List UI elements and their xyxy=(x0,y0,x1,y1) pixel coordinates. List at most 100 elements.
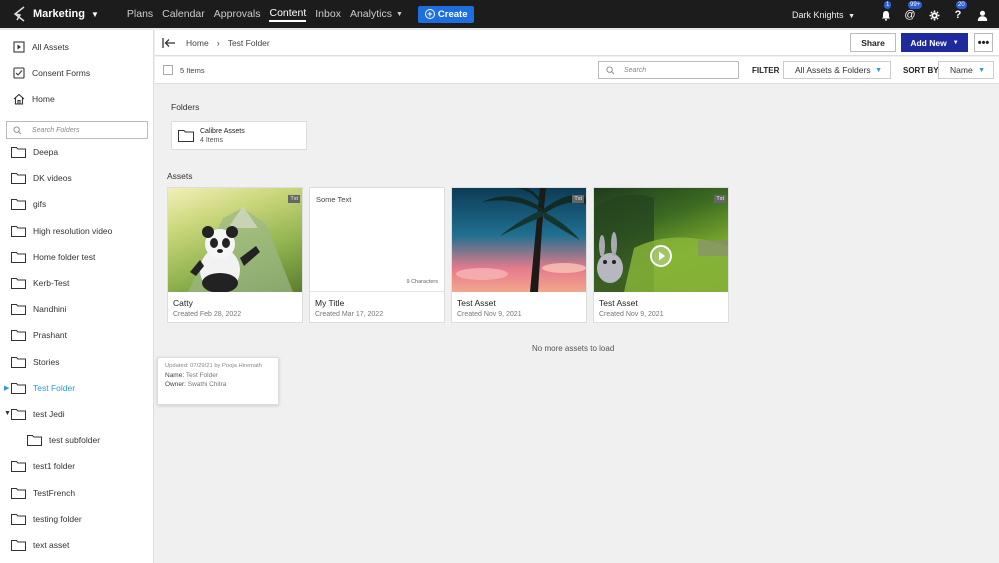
nav-analytics[interactable]: Analytics ▼ xyxy=(350,7,403,22)
folder-label: Prashant xyxy=(33,330,68,341)
nav-content[interactable]: Content xyxy=(269,7,307,22)
asset-type-tag: Txt xyxy=(572,195,584,203)
asset-card[interactable]: Txt Catty Created Feb 28, 2022 xyxy=(167,187,303,323)
folder-info-tooltip: Updated: 07/29/21 by Pooja Hiremath Name… xyxy=(157,357,279,405)
sidebar: All Assets Consent Forms Home Search Fol… xyxy=(0,30,154,563)
folder-item[interactable]: TestFrench xyxy=(0,479,153,505)
play-button[interactable] xyxy=(650,245,672,267)
sort-value: Name xyxy=(950,65,973,75)
select-all-checkbox[interactable] xyxy=(163,65,173,75)
breadcrumb-home[interactable]: Home xyxy=(186,38,209,48)
collapse-sidebar-icon[interactable] xyxy=(162,37,176,49)
folder-card-name: Calibre Assets xyxy=(200,127,245,135)
folder-item[interactable]: Prashant xyxy=(0,322,153,348)
expand-arrow-icon[interactable]: ▶ xyxy=(4,384,9,392)
question-icon: ? xyxy=(954,9,962,21)
notifications-button[interactable]: 1 xyxy=(879,1,893,22)
bunny-video-image-icon xyxy=(594,194,728,292)
folder-label: test1 folder xyxy=(33,461,76,472)
asset-date: Created Nov 9, 2021 xyxy=(457,311,522,318)
nav-calendar[interactable]: Calendar xyxy=(162,7,205,22)
sidebar-item-home[interactable]: Home xyxy=(0,86,153,112)
gear-icon xyxy=(929,10,939,20)
more-options-button[interactable]: ••• xyxy=(974,33,993,52)
sidebar-item-consent-forms[interactable]: Consent Forms xyxy=(0,60,153,86)
sort-label: SORT BY xyxy=(903,66,939,75)
content-toolbar: 5 Items Search FILTER All Assets & Folde… xyxy=(155,57,999,84)
folder-icon xyxy=(11,173,26,185)
folder-icon xyxy=(11,487,26,499)
folder-item[interactable]: test1 folder xyxy=(0,453,153,479)
workspace-name: Marketing xyxy=(33,8,85,20)
chevron-down-icon: ▼ xyxy=(952,39,959,46)
folder-label: DK videos xyxy=(33,173,72,184)
notification-badge: 1 xyxy=(884,1,892,9)
folder-item[interactable]: Home folder test xyxy=(0,244,153,270)
folder-item-selected[interactable]: ▶ Test Folder xyxy=(0,375,153,401)
asset-card[interactable]: Some Text 9 Characters My Title Created … xyxy=(309,187,445,323)
no-more-assets-message: No more assets to load xyxy=(532,344,615,353)
asset-card[interactable]: Txt Test Asset Created Nov 9, 2021 xyxy=(451,187,587,323)
asset-date: Created Mar 17, 2022 xyxy=(315,311,384,318)
folder-label: Kerb-Test xyxy=(33,278,70,289)
folder-label: Nandhini xyxy=(33,304,67,315)
folder-item[interactable]: Kerb-Test xyxy=(0,270,153,296)
folder-item[interactable]: DK videos xyxy=(0,165,153,191)
subfolder-item[interactable]: test subfolder xyxy=(0,427,153,453)
at-icon: @ xyxy=(904,9,916,21)
folder-item[interactable]: Stories xyxy=(0,349,153,375)
help-badge: 20 xyxy=(956,1,967,9)
plus-circle-icon: + xyxy=(424,9,435,19)
folder-item[interactable]: gifs xyxy=(0,191,153,217)
chevron-down-icon: ▼ xyxy=(848,13,855,20)
sidebar-item-all-assets[interactable]: All Assets xyxy=(0,34,153,60)
filter-dropdown[interactable]: All Assets & Folders ▼ xyxy=(783,61,891,79)
profile-button[interactable] xyxy=(975,8,989,22)
sidebar-item-label: Consent Forms xyxy=(32,68,91,78)
collapse-arrow-icon[interactable]: ▼ xyxy=(4,410,11,417)
nav-plans[interactable]: Plans xyxy=(127,7,153,22)
top-right-controls: Dark Knights ▼ 1 @ 99+ ? 20 xyxy=(792,0,989,30)
workspace-switcher[interactable]: Marketing ▼ xyxy=(33,8,99,20)
create-button[interactable]: + Create xyxy=(417,5,475,23)
folder-label: testing folder xyxy=(33,513,82,524)
top-nav-bar: Marketing ▼ Plans Calendar Approvals Con… xyxy=(0,0,999,30)
filter-label: FILTER xyxy=(752,66,780,75)
checklist-icon xyxy=(12,67,25,80)
folder-icon xyxy=(11,330,26,342)
folder-card-count: 4 Items xyxy=(200,136,223,144)
folder-tree: Deepa DK videos gifs High resolution vid… xyxy=(0,139,153,558)
user-icon xyxy=(977,10,987,21)
asset-thumbnail: Txt xyxy=(168,188,302,292)
folder-item[interactable]: High resolution video xyxy=(0,218,153,244)
nav-approvals[interactable]: Approvals xyxy=(214,7,261,22)
asset-card[interactable]: Txt Test Asset Created Nov 9, 2021 xyxy=(593,187,729,323)
filter-value: All Assets & Folders xyxy=(795,65,871,75)
share-button[interactable]: Share xyxy=(850,33,896,52)
asset-search-input[interactable]: Search xyxy=(598,61,739,79)
asset-date: Created Nov 9, 2021 xyxy=(599,311,664,318)
folder-card[interactable]: Calibre Assets 4 Items xyxy=(171,121,307,150)
team-switcher[interactable]: Dark Knights ▼ xyxy=(792,10,855,20)
tooltip-owner-label: Owner: xyxy=(165,381,186,388)
folder-search-placeholder: Search Folders xyxy=(32,126,80,134)
folder-item[interactable]: Nandhini xyxy=(0,296,153,322)
search-icon xyxy=(13,125,22,134)
folder-search-input[interactable]: Search Folders xyxy=(6,121,148,139)
folder-icon xyxy=(11,461,26,473)
nav-inbox[interactable]: Inbox xyxy=(315,7,341,22)
folder-item[interactable]: testing folder xyxy=(0,506,153,532)
folder-item[interactable]: Deepa xyxy=(0,139,153,165)
folder-item[interactable]: text asset xyxy=(0,532,153,558)
chevron-right-icon: › xyxy=(216,37,220,48)
folder-label: Stories xyxy=(33,356,60,367)
ellipsis-icon: ••• xyxy=(977,36,990,49)
settings-button[interactable] xyxy=(927,8,941,22)
mentions-button[interactable]: @ 99+ xyxy=(903,1,923,22)
folder-icon xyxy=(11,278,26,290)
app-logo-icon[interactable] xyxy=(10,5,28,23)
add-new-button[interactable]: Add New ▼ xyxy=(901,33,968,52)
folder-item[interactable]: ▼ test Jedi xyxy=(0,401,153,427)
help-button[interactable]: ? 20 xyxy=(951,1,967,22)
sort-dropdown[interactable]: Name ▼ xyxy=(938,61,994,79)
